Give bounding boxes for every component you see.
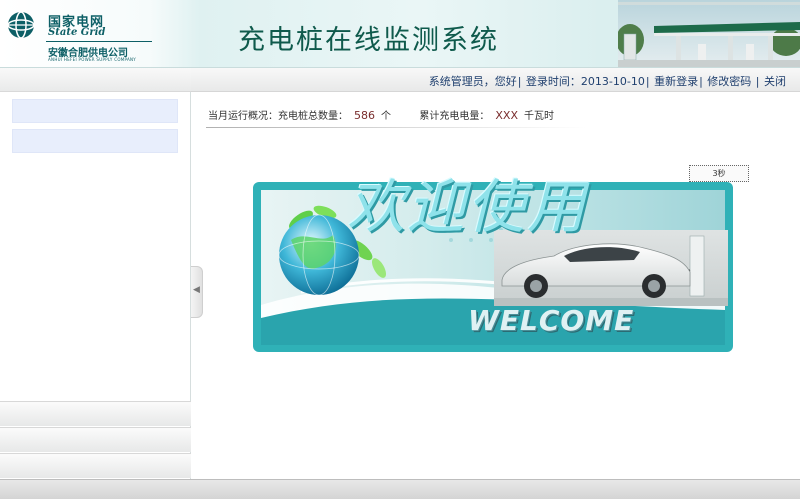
monthly-overview: 当月运行概况：充电桩总数量： 586 个 累计充电电量： XXX 千瓦时	[208, 107, 554, 122]
sidebar-section-bar[interactable]	[0, 401, 191, 426]
sidebar-collapse-handle[interactable]: ◀	[191, 266, 203, 318]
user-toolbar: 系统管理员，您好| 登录时间：2013-10-10| 重新登录| 修改密码 | …	[191, 68, 800, 92]
energy-unit: 千瓦时	[523, 111, 554, 122]
countdown-timer: 3秒	[689, 165, 749, 182]
login-time: 2013-10-10	[580, 75, 645, 88]
greeting-text: 系统管理员，您好	[428, 75, 517, 88]
pile-count-label: 充电桩总数量：	[278, 111, 348, 122]
page-title: 充电桩在线监测系统	[238, 25, 499, 56]
overview-divider	[206, 127, 586, 128]
company-name-en: ANHUI HEFEI POWER SUPPLY COMPANY	[48, 57, 137, 62]
state-grid-logo: 国家电网 State Grid 安徽合肥供电公司 ANHUI HEFEI POW…	[4, 6, 169, 62]
sidebar-header	[0, 68, 191, 92]
relogin-link[interactable]: 重新登录	[654, 75, 698, 88]
close-link[interactable]: 关闭	[764, 75, 786, 88]
state-grid-globe-icon	[7, 11, 35, 39]
overview-label: 当月运行概况：	[208, 111, 278, 122]
welcome-cn-text: 欢迎使用	[347, 173, 588, 241]
chevron-left-icon: ◀	[193, 285, 200, 295]
logo-en-text: State Grid	[48, 27, 106, 38]
sidebar-section-bar[interactable]	[0, 427, 191, 452]
charging-station-photo	[618, 0, 800, 67]
logo-divider	[46, 41, 152, 42]
welcome-en-text: WELCOME	[468, 304, 635, 337]
energy-value: XXX	[495, 109, 518, 122]
pile-count-unit: 个	[381, 111, 391, 122]
change-password-link[interactable]: 修改密码	[707, 75, 751, 88]
sidebar	[0, 68, 191, 479]
sidebar-section-bar[interactable]	[0, 453, 191, 478]
sidebar-item[interactable]	[12, 129, 178, 153]
status-bar	[0, 479, 800, 499]
user-links: 系统管理员，您好| 登录时间：2013-10-10| 重新登录| 修改密码 | …	[428, 75, 786, 88]
energy-label: 累计充电电量：	[419, 111, 490, 122]
app-header: 国家电网 State Grid 安徽合肥供电公司 ANHUI HEFEI POW…	[0, 0, 800, 68]
pile-count-value: 586	[354, 109, 375, 122]
login-time-label: 登录时间：	[525, 75, 581, 88]
sidebar-item[interactable]	[12, 99, 178, 123]
